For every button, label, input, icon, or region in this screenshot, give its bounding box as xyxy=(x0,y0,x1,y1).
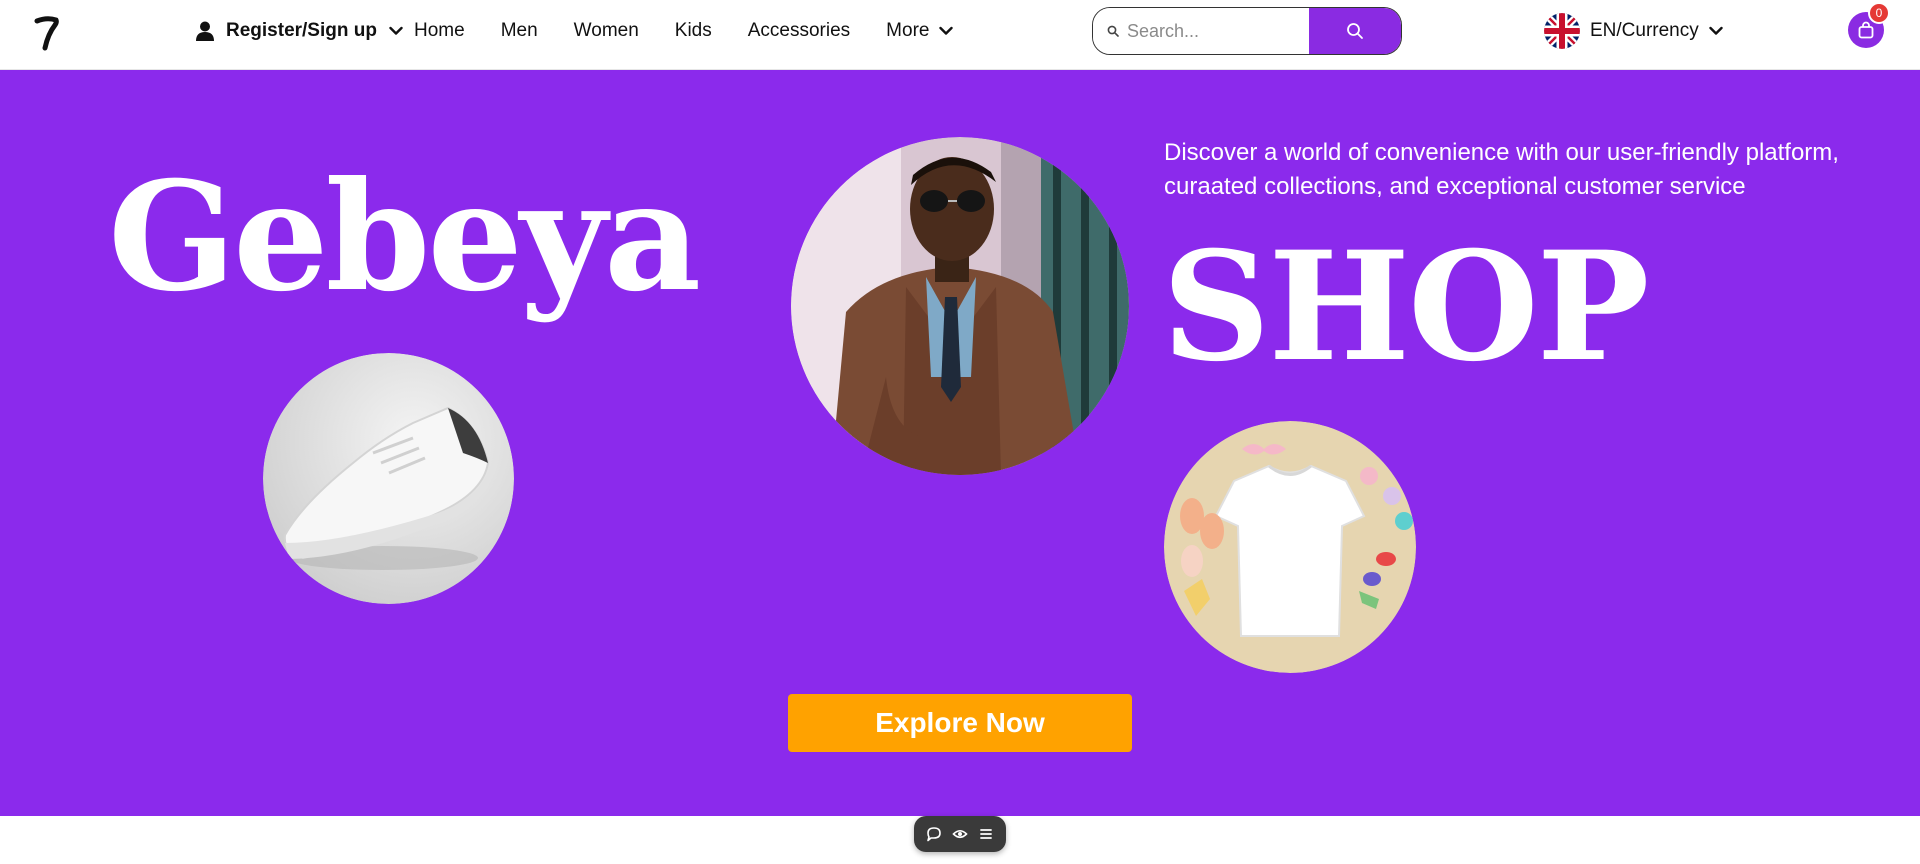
cart-count-badge: 0 xyxy=(1868,2,1890,24)
top-navbar: Register/Sign up Home Men Women Kids Acc… xyxy=(0,0,1920,70)
search-icon xyxy=(1347,23,1363,39)
menu-icon[interactable] xyxy=(978,826,994,842)
nav-women[interactable]: Women xyxy=(574,20,639,42)
search-button[interactable] xyxy=(1309,8,1401,54)
fashion-man-image xyxy=(791,137,1129,475)
user-icon xyxy=(196,21,214,41)
kids-clothes-image xyxy=(1164,421,1416,673)
nav-kids[interactable]: Kids xyxy=(675,20,712,42)
chevron-down-icon xyxy=(939,26,954,35)
logo[interactable] xyxy=(34,14,60,52)
language-label: EN/Currency xyxy=(1590,20,1699,41)
account-label: Register/Sign up xyxy=(226,20,377,41)
sneaker-image xyxy=(263,353,514,604)
chat-icon[interactable] xyxy=(926,826,942,842)
account-menu[interactable]: Register/Sign up xyxy=(196,18,403,44)
hero-banner: Gebeya Discover a world of convenience w… xyxy=(0,70,1920,816)
search-icon xyxy=(1107,25,1119,37)
explore-now-button[interactable]: Explore Now xyxy=(788,694,1132,752)
search-field xyxy=(1093,8,1309,54)
floating-toolbar xyxy=(914,816,1006,852)
main-nav: Home Men Women Kids Accessories More xyxy=(414,18,989,44)
hero-brand-title: Gebeya xyxy=(108,149,701,325)
nav-more-label: More xyxy=(886,20,930,41)
uk-flag-icon xyxy=(1544,13,1580,49)
nav-accessories[interactable]: Accessories xyxy=(748,20,850,42)
search-bar xyxy=(1092,7,1402,55)
chevron-down-icon xyxy=(389,26,403,35)
nav-men[interactable]: Men xyxy=(501,20,538,42)
hero-tagline: Discover a world of convenience with our… xyxy=(1164,139,1839,200)
nav-more[interactable]: More xyxy=(886,20,954,42)
cart-button[interactable]: 0 xyxy=(1848,2,1890,48)
search-input[interactable] xyxy=(1127,20,1297,42)
hero-shop-title: SHOP xyxy=(1162,219,1650,395)
language-currency-selector[interactable]: EN/Currency xyxy=(1544,12,1723,50)
shopping-bag-icon xyxy=(1858,21,1874,39)
nav-home[interactable]: Home xyxy=(414,20,465,42)
chevron-down-icon xyxy=(1709,26,1723,35)
eye-icon[interactable] xyxy=(952,826,968,842)
